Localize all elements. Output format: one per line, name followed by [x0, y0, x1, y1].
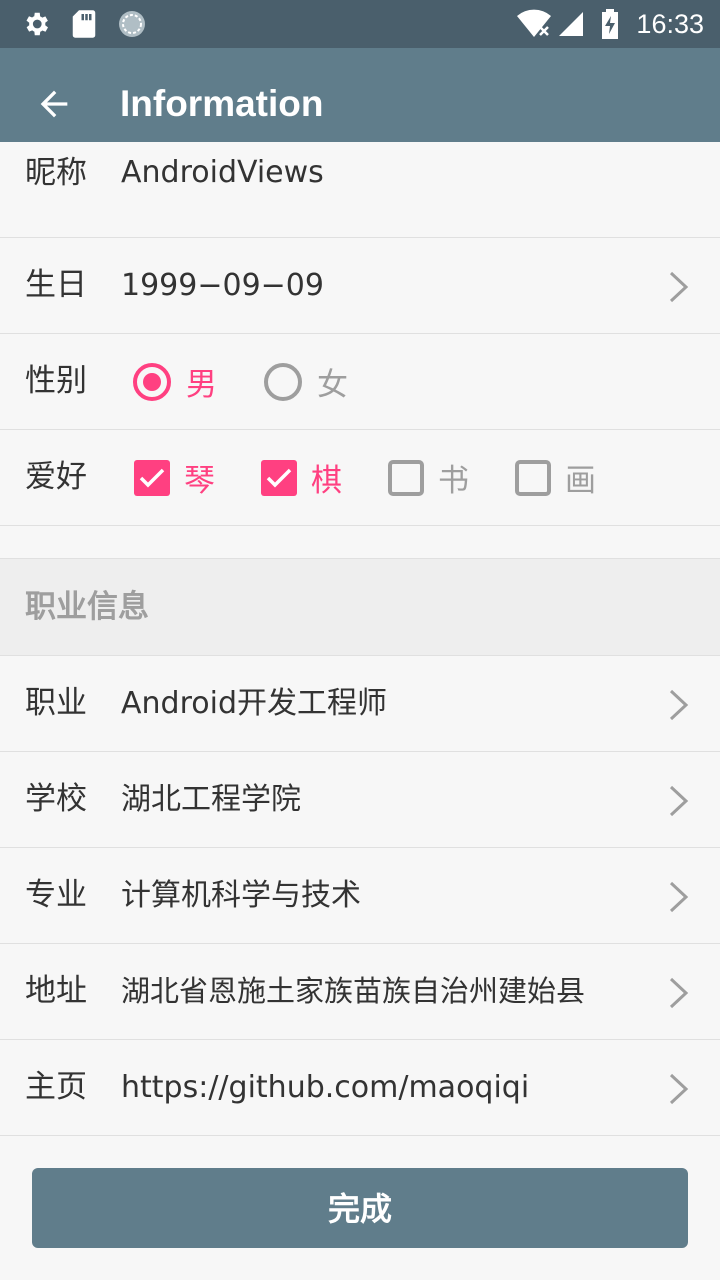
- gender-row: 性别 男 女: [0, 334, 720, 430]
- nickname-value: AndroidViews: [121, 155, 324, 190]
- career-row-school[interactable]: 学校 湖北工程学院: [0, 752, 720, 848]
- checkbox-unchecked-icon: [515, 459, 551, 496]
- gender-option-female[interactable]: 女: [263, 359, 348, 404]
- birthday-row[interactable]: 生日 1999−09−09: [0, 238, 720, 334]
- hobby-option-label: 棋: [311, 463, 342, 499]
- hobbies-checkbox-group: 琴 棋 书 画: [134, 430, 596, 525]
- battery-charging-icon: [598, 0, 622, 48]
- sync-icon: [116, 0, 148, 48]
- hobby-option-label: 画: [565, 463, 596, 499]
- major-label: 专业: [25, 877, 87, 913]
- hobby-option-shu[interactable]: 书: [388, 455, 469, 500]
- chevron-right-icon: [669, 977, 689, 1009]
- settings-icon: [20, 0, 52, 48]
- career-row-major[interactable]: 专业 计算机科学与技术: [0, 848, 720, 944]
- hobby-option-hua[interactable]: 画: [515, 455, 596, 500]
- done-button[interactable]: 完成: [32, 1168, 688, 1248]
- career-row-address[interactable]: 地址 湖北省恩施土家族苗族自治州建始县: [0, 944, 720, 1040]
- checkbox-unchecked-icon: [388, 459, 424, 496]
- birthday-label: 生日: [25, 267, 87, 303]
- gender-option-label: 女: [317, 367, 348, 403]
- gender-label: 性别: [25, 363, 87, 399]
- hobby-option-qi[interactable]: 棋: [261, 455, 342, 500]
- gender-option-label: 男: [186, 367, 217, 403]
- wifi-icon: [514, 0, 554, 48]
- signal-icon: [556, 0, 586, 48]
- occupation-value: Android开发工程师: [121, 686, 387, 721]
- status-time: 16:33: [636, 9, 704, 39]
- checkbox-checked-icon: [134, 459, 170, 496]
- nickname-row[interactable]: 昵称 AndroidViews: [0, 142, 720, 238]
- school-value: 湖北工程学院: [121, 782, 301, 817]
- hobby-option-label: 琴: [184, 463, 215, 499]
- major-value: 计算机科学与技术: [121, 878, 361, 913]
- hobby-option-qin[interactable]: 琴: [134, 455, 215, 500]
- career-row-occupation[interactable]: 职业 Android开发工程师: [0, 656, 720, 752]
- status-bar: 16:33: [0, 0, 720, 48]
- homepage-value: https://github.com/maoqiqi: [121, 1070, 530, 1105]
- hobbies-label: 爱好: [25, 459, 87, 495]
- radio-checked-icon: [133, 362, 171, 401]
- nickname-label: 昵称: [25, 155, 87, 191]
- checkbox-checked-icon: [261, 459, 297, 496]
- section-title: 职业信息: [25, 589, 149, 625]
- hobbies-row: 爱好 琴 棋 书 画: [0, 430, 720, 526]
- birthday-value: 1999−09−09: [121, 268, 324, 303]
- back-button[interactable]: [22, 76, 86, 132]
- career-row-homepage[interactable]: 主页 https://github.com/maoqiqi: [0, 1040, 720, 1136]
- chevron-right-icon: [669, 785, 689, 817]
- address-value: 湖北省恩施土家族苗族自治州建始县: [121, 974, 586, 1008]
- address-label: 地址: [25, 973, 87, 1009]
- sd-card-icon: [70, 0, 98, 48]
- gender-radio-group: 男 女: [132, 334, 348, 429]
- gender-option-male[interactable]: 男: [132, 359, 217, 404]
- chevron-right-icon: [669, 1073, 689, 1105]
- radio-unchecked-icon: [264, 362, 302, 401]
- chevron-right-icon: [669, 689, 689, 721]
- arrow-back-icon: [40, 90, 68, 118]
- school-label: 学校: [25, 781, 87, 817]
- career-section-header: 职业信息: [0, 558, 720, 656]
- hobby-option-label: 书: [438, 463, 469, 499]
- occupation-label: 职业: [25, 685, 87, 721]
- chevron-right-icon: [669, 881, 689, 913]
- homepage-label: 主页: [25, 1069, 87, 1105]
- chevron-right-icon: [669, 271, 689, 303]
